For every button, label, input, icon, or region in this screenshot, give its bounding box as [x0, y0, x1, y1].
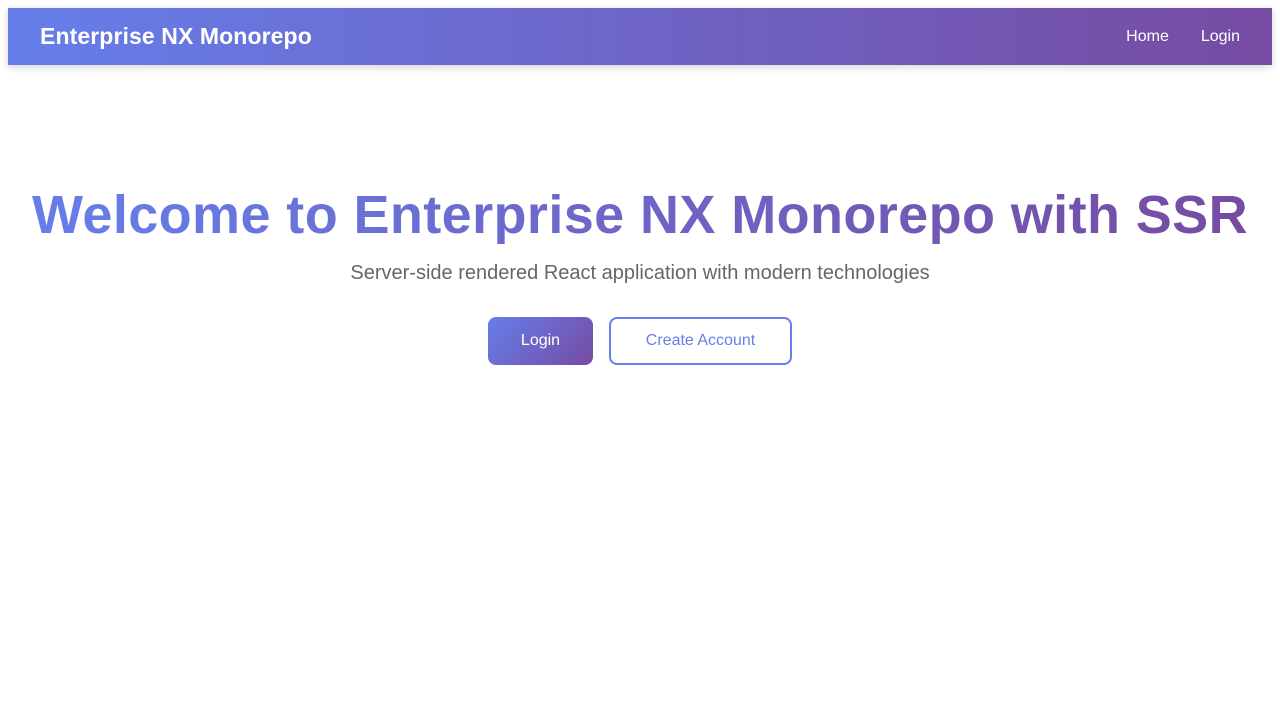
nav-link-login[interactable]: Login — [1201, 28, 1240, 46]
hero-section: Welcome to Enterprise NX Monorepo with S… — [0, 180, 1280, 365]
hero-subtitle: Server-side rendered React application w… — [350, 262, 930, 284]
top-navbar: Enterprise NX Monorepo Home Login — [8, 8, 1272, 65]
hero-title: Welcome to Enterprise NX Monorepo with S… — [32, 180, 1248, 250]
brand-logo-text[interactable]: Enterprise NX Monorepo — [40, 23, 312, 50]
hero-actions: Login Create Account — [0, 317, 1280, 365]
login-button[interactable]: Login — [488, 317, 593, 365]
create-account-button[interactable]: Create Account — [609, 317, 792, 365]
nav-links: Home Login — [1126, 28, 1240, 46]
page: Enterprise NX Monorepo Home Login Welcom… — [0, 0, 1280, 720]
nav-link-home[interactable]: Home — [1126, 28, 1169, 46]
